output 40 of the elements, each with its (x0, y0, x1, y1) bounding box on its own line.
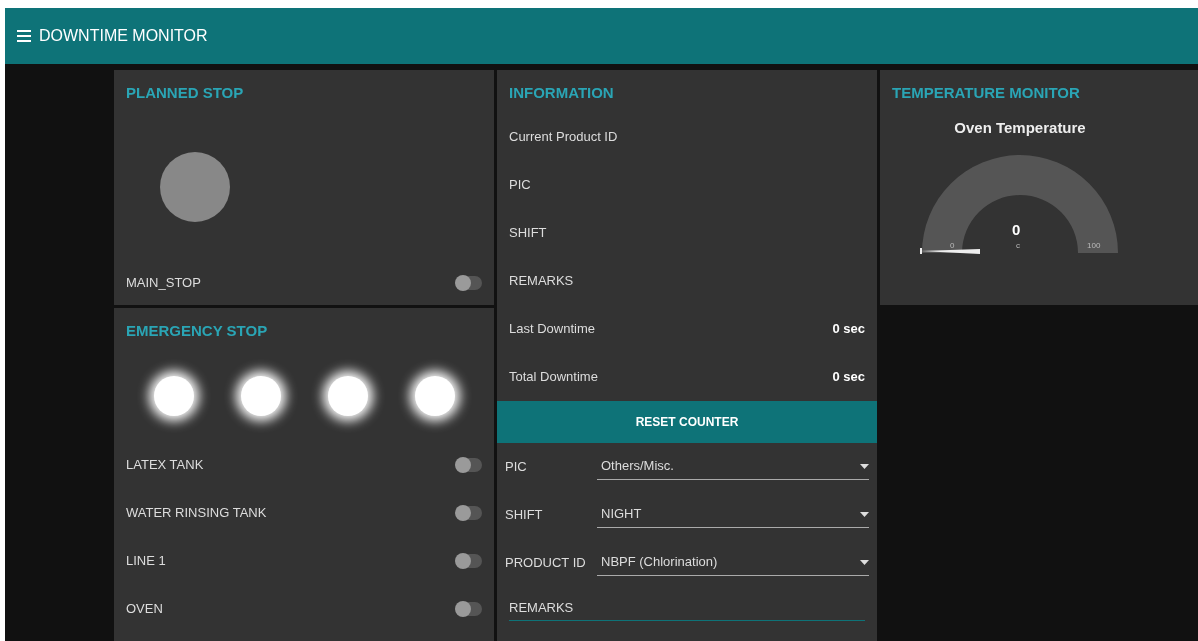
info-label: Current Product ID (509, 127, 618, 146)
dropdown[interactable]: Others/Misc. (597, 453, 869, 480)
gauge-value: 0 (1012, 220, 1021, 240)
info-label: SHIFT (509, 223, 547, 242)
gauge-min: 0 (950, 240, 955, 252)
toggle-switch[interactable] (456, 457, 482, 472)
menu-icon[interactable] (17, 30, 31, 42)
toggle-switch[interactable] (456, 601, 482, 616)
toggle-switch[interactable] (456, 505, 482, 520)
switch-label: OVEN (126, 599, 163, 618)
reset-counter-button[interactable]: RESET COUNTER (497, 400, 877, 443)
card-title: PLANNED STOP (125, 83, 245, 103)
caret-icon (860, 559, 869, 565)
info-label: PIC (509, 175, 531, 194)
dropdown-label: PRODUCT ID (505, 553, 587, 572)
gauge-title: Oven Temperature (953, 117, 1087, 138)
dropdown-label: SHIFT (505, 505, 544, 524)
card-title: EMERGENCY STOP (125, 321, 269, 341)
switch-label: WATER RINSING TANK (126, 503, 267, 522)
dropdown[interactable]: NIGHT (597, 501, 869, 528)
gauge-max: 100 (1087, 240, 1101, 252)
toggle-switch[interactable] (456, 553, 482, 568)
switch-label: LATEX TANK (126, 455, 204, 474)
switch-label: LINE 1 (126, 551, 166, 570)
info-label: Total Downtime (509, 367, 598, 386)
caret-icon (860, 463, 869, 469)
toggle-switch[interactable] (456, 276, 482, 290)
caret-icon (860, 511, 869, 517)
info-value: 0 sec (832, 367, 865, 386)
dropdown-label: PIC (505, 457, 528, 476)
info-label: REMARKS (509, 271, 574, 290)
dropdown[interactable]: NBPF (Chlorination) (597, 549, 869, 576)
switch-label: MAIN_STOP (126, 274, 201, 293)
remarks-field[interactable]: REMARKS (509, 594, 865, 621)
app-title: DOWNTIME MONITOR (39, 26, 208, 46)
gauge-units: c (1016, 240, 1020, 252)
card-title: INFORMATION (508, 83, 615, 103)
info-value: 0 sec (832, 319, 865, 338)
card-title: TEMPERATURE MONITOR (891, 83, 1081, 103)
info-label: Last Downtime (509, 319, 595, 338)
